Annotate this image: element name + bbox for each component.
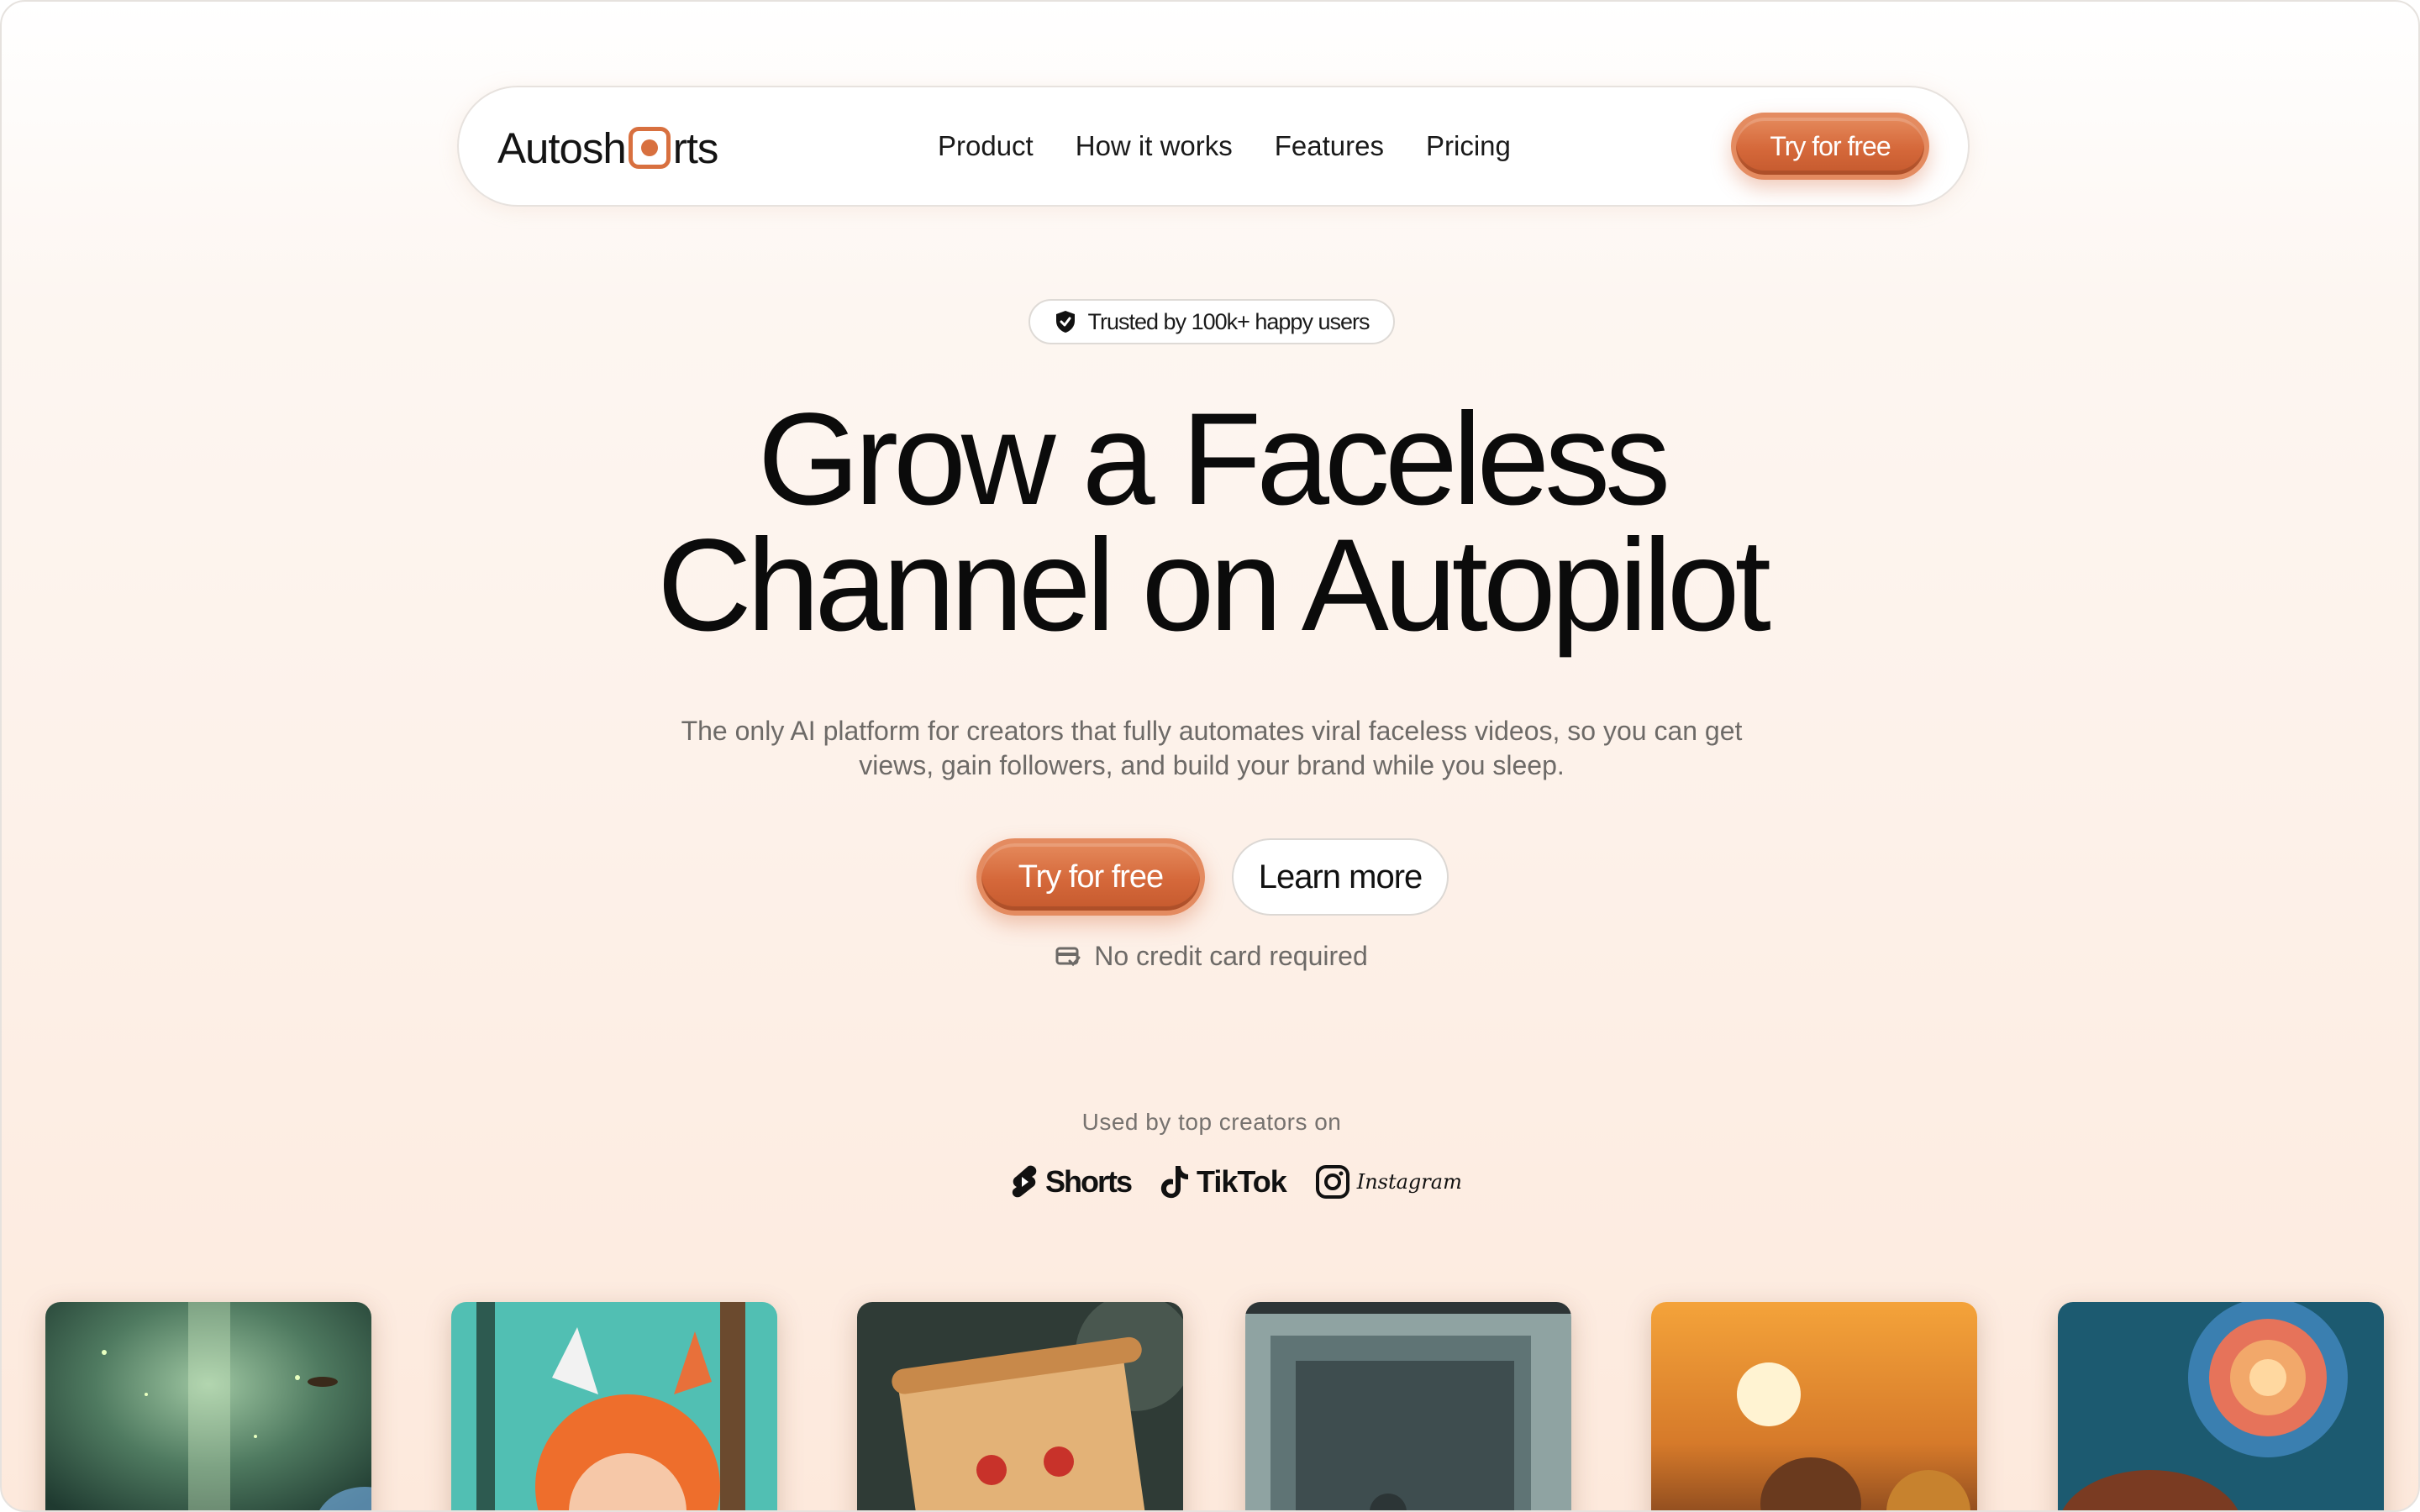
logo-o-icon bbox=[628, 127, 671, 169]
no-credit-card-text: No credit card required bbox=[1094, 941, 1368, 971]
logo-text-prefix: Autosh bbox=[497, 123, 627, 172]
logo[interactable]: Autosh rts bbox=[497, 121, 718, 175]
instagram-logo: Instagram bbox=[1315, 1164, 1462, 1200]
thumbnail-forest-light[interactable] bbox=[45, 1302, 371, 1510]
thumbnail-fox-girl[interactable] bbox=[451, 1302, 777, 1510]
shield-check-icon bbox=[1055, 311, 1075, 333]
youtube-shorts-logo: Shorts bbox=[1010, 1164, 1133, 1200]
thumbnail-nebula[interactable] bbox=[2058, 1302, 2384, 1510]
tiktok-logo: TikTok bbox=[1160, 1164, 1287, 1200]
trust-badge-text: Trusted by 100k+ happy users bbox=[1087, 308, 1370, 334]
learn-more-button[interactable]: Learn more bbox=[1232, 838, 1449, 916]
hero-headline-line-1: Grow a Faceless bbox=[757, 386, 1670, 533]
platform-logos: Shorts TikTok Instagram bbox=[1010, 1161, 1462, 1203]
credit-card-icon bbox=[1055, 947, 1081, 966]
hero-subtext-line-2: views, gain followers, and build your br… bbox=[859, 750, 1565, 780]
nav-link-features[interactable]: Features bbox=[1275, 130, 1384, 162]
thumbnail-scroll[interactable] bbox=[857, 1302, 1183, 1510]
tiktok-wordmark: TikTok bbox=[1197, 1164, 1287, 1199]
page-frame: Autosh rts Product How it works Features… bbox=[0, 0, 2420, 1512]
thumbnail-vintage-photo[interactable] bbox=[1245, 1302, 1571, 1510]
thumbnail-sunset[interactable] bbox=[1651, 1302, 1977, 1510]
nav-link-product[interactable]: Product bbox=[938, 130, 1034, 162]
used-by-label: Used by top creators on bbox=[1081, 1109, 1342, 1135]
trust-badge: Trusted by 100k+ happy users bbox=[1028, 299, 1395, 344]
nav-links: Product How it works Features Pricing bbox=[938, 87, 1511, 205]
instagram-wordmark: Instagram bbox=[1356, 1170, 1462, 1194]
logo-text-suffix: rts bbox=[672, 123, 719, 172]
hero-headline-line-2: Channel on Autopilot bbox=[657, 512, 1771, 659]
fox-girl-forest-image bbox=[451, 1302, 777, 1510]
nav-link-pricing[interactable]: Pricing bbox=[1426, 130, 1511, 162]
top-navbar: Autosh rts Product How it works Features… bbox=[457, 86, 1970, 207]
shorts-wordmark: Shorts bbox=[1045, 1164, 1133, 1199]
hero-subtext: The only AI platform for creators that f… bbox=[623, 714, 1800, 783]
hero-subtext-line-1: The only AI platform for creators that f… bbox=[681, 716, 1743, 746]
hero-headline: Grow a Faceless Channel on Autopilot bbox=[2, 386, 2418, 659]
instagram-icon bbox=[1315, 1165, 1349, 1199]
vintage-photo-image bbox=[1245, 1302, 1571, 1510]
swirling-nebula-image bbox=[2058, 1302, 2384, 1510]
nav-try-for-free-button[interactable]: Try for free bbox=[1731, 113, 1929, 180]
youtube-shorts-icon bbox=[1012, 1165, 1037, 1198]
no-credit-card-note: No credit card required bbox=[2, 941, 2418, 972]
scroll-note-image bbox=[857, 1302, 1183, 1510]
hero-try-for-free-button[interactable]: Try for free bbox=[976, 838, 1205, 916]
forest-light-firefly-image bbox=[45, 1302, 371, 1510]
nav-link-how-it-works[interactable]: How it works bbox=[1076, 130, 1233, 162]
tiktok-icon bbox=[1160, 1166, 1189, 1199]
sunset-figures-image bbox=[1651, 1302, 1977, 1510]
